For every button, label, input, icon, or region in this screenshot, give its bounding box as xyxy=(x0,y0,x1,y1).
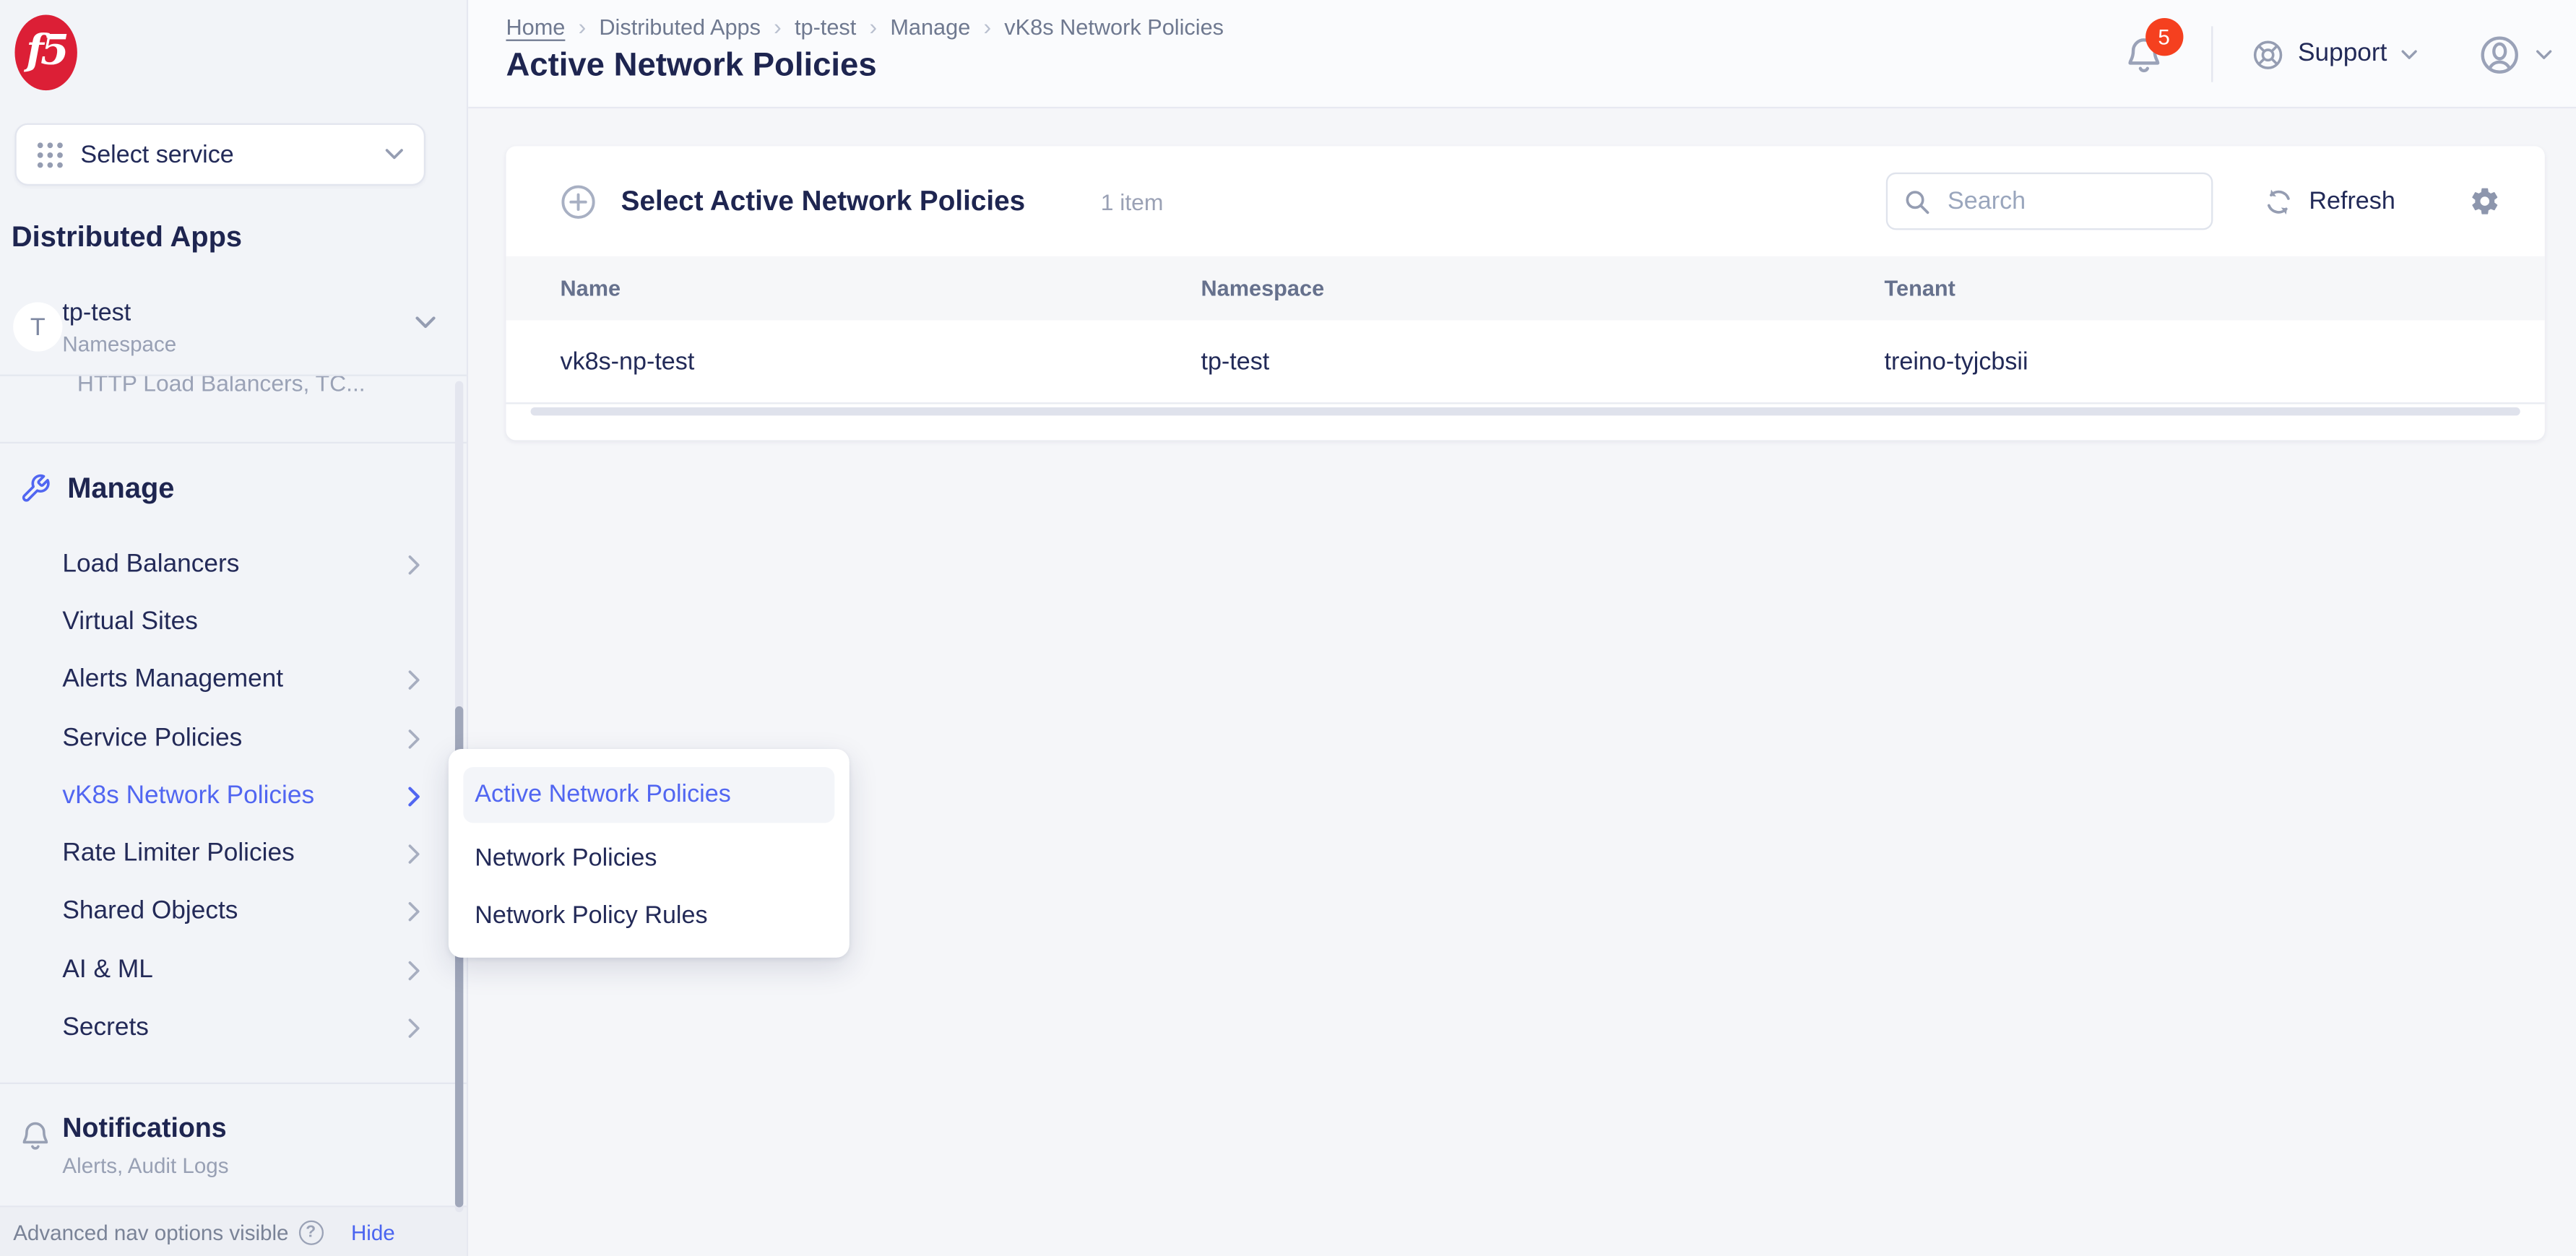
help-icon[interactable]: ? xyxy=(298,1220,323,1244)
item-count: 1 item xyxy=(1101,188,1164,214)
flyout-item-network-policies[interactable]: Network Policies xyxy=(463,836,834,880)
add-circle-icon[interactable] xyxy=(561,183,597,220)
manage-label: Manage xyxy=(67,472,174,506)
card-title: Select Active Network Policies xyxy=(621,185,1025,217)
user-icon xyxy=(2478,32,2522,76)
cell-namespace: tp-test xyxy=(1201,347,1884,376)
breadcrumb: Home › Distributed Apps › tp-test › Mana… xyxy=(506,13,1224,39)
search-input[interactable] xyxy=(1944,186,2158,217)
chevron-right-icon xyxy=(407,729,420,748)
divider xyxy=(2210,26,2212,82)
support-label: Support xyxy=(2298,40,2387,69)
namespace-avatar: T xyxy=(13,302,62,351)
breadcrumb-separator: › xyxy=(869,13,877,39)
f5-logo[interactable]: f5 xyxy=(14,14,77,90)
chevron-right-icon xyxy=(407,787,420,806)
refresh-label: Refresh xyxy=(2309,187,2395,215)
chevron-right-icon xyxy=(407,555,420,574)
chevron-right-icon xyxy=(407,1018,420,1038)
chevron-right-icon xyxy=(407,903,420,922)
account-menu[interactable] xyxy=(2478,32,2554,76)
table-header-row: Name Namespace Tenant xyxy=(506,256,2544,321)
notifications-label: Notifications xyxy=(62,1114,226,1145)
notification-count-badge: 5 xyxy=(2145,18,2182,56)
search-box xyxy=(1887,173,2214,230)
support-menu[interactable]: Support xyxy=(2250,37,2419,72)
search-icon xyxy=(1905,188,1931,214)
table-row[interactable]: vk8s-np-test tp-test treino-tyjcbsii xyxy=(506,320,2544,404)
notifications-sublabel: Alerts, Audit Logs xyxy=(62,1153,228,1178)
lifebuoy-icon xyxy=(2250,37,2285,72)
bell-icon xyxy=(18,1117,53,1153)
scrolled-nav-item[interactable]: HTTP Load Balancers, TC... xyxy=(0,376,455,430)
divider xyxy=(0,442,467,443)
card-header: Select Active Network Policies 1 item xyxy=(506,146,2544,256)
column-header-tenant: Tenant xyxy=(1885,276,2491,300)
sidebar-footer: Advanced nav options visible ? Hide xyxy=(0,1208,467,1256)
breadcrumb-tp-test[interactable]: tp-test xyxy=(795,14,856,38)
breadcrumb-distributed-apps[interactable]: Distributed Apps xyxy=(599,14,761,38)
service-selector[interactable]: Select service xyxy=(14,124,425,186)
flyout-item-network-policy-rules[interactable]: Network Policy Rules xyxy=(463,893,834,937)
grid-icon xyxy=(36,140,64,168)
sidebar-item-ai-ml[interactable]: AI & ML xyxy=(0,941,467,999)
chevron-right-icon xyxy=(407,844,420,864)
sidebar-item-secrets[interactable]: Secrets xyxy=(0,1000,467,1057)
chevron-down-icon xyxy=(2400,48,2419,60)
sidebar-item-manage[interactable]: Manage xyxy=(20,472,174,506)
sidebar-nav: Load Balancers Virtual Sites Alerts Mana… xyxy=(0,535,467,1057)
sidebar-item-service-policies[interactable]: Service Policies xyxy=(0,709,467,767)
top-bar-actions: 5 Support xyxy=(2122,0,2554,108)
cell-name: vk8s-np-test xyxy=(561,347,1201,376)
breadcrumb-separator: › xyxy=(774,13,782,39)
divider xyxy=(0,1083,467,1084)
chevron-right-icon xyxy=(407,961,420,980)
advanced-nav-label: Advanced nav options visible xyxy=(13,1220,288,1244)
sidebar-item-virtual-sites[interactable]: Virtual Sites xyxy=(0,594,467,651)
sidebar-item-shared-objects[interactable]: Shared Objects xyxy=(0,883,467,941)
main-area: Home › Distributed Apps › tp-test › Mana… xyxy=(468,0,2576,1256)
sidebar-item-alerts-management[interactable]: Alerts Management xyxy=(0,651,467,709)
cell-tenant: treino-tyjcbsii xyxy=(1885,347,2491,376)
chevron-down-icon xyxy=(2535,48,2553,60)
refresh-icon xyxy=(2265,186,2294,216)
flyout-item-active-network-policies[interactable]: Active Network Policies xyxy=(463,767,834,823)
column-header-name: Name xyxy=(561,276,1201,300)
sidebar-item-notifications[interactable]: Notifications Alerts, Audit Logs xyxy=(0,1104,467,1189)
breadcrumb-separator: › xyxy=(579,13,587,39)
active-network-policies-card: Select Active Network Policies 1 item xyxy=(506,146,2544,440)
chevron-down-icon xyxy=(384,148,404,161)
breadcrumb-manage[interactable]: Manage xyxy=(890,14,970,38)
namespace-name: tp-test xyxy=(62,299,131,327)
flyout-menu: Active Network Policies Network Policies… xyxy=(449,749,850,958)
gear-icon[interactable] xyxy=(2469,186,2500,217)
chevron-right-icon xyxy=(407,670,420,690)
sidebar-item-vk8s-network-policies[interactable]: vK8s Network Policies xyxy=(0,767,467,825)
sidebar: f5 Select service Distributed Apps T tp-… xyxy=(0,0,468,1256)
sidebar-item-rate-limiter-policies[interactable]: Rate Limiter Policies xyxy=(0,826,467,883)
hide-link[interactable]: Hide xyxy=(351,1220,395,1244)
sidebar-section-title: Distributed Apps xyxy=(12,220,242,255)
scrolled-nav-item-subtitle: HTTP Load Balancers, TC... xyxy=(77,376,455,396)
horizontal-scrollbar[interactable] xyxy=(531,407,2520,415)
namespace-type-label: Namespace xyxy=(62,332,176,356)
f5-logo-text: f5 xyxy=(26,26,66,74)
wrench-icon xyxy=(20,473,51,504)
refresh-button[interactable]: Refresh xyxy=(2265,186,2395,216)
service-selector-label: Select service xyxy=(80,140,233,168)
page-title: Active Network Policies xyxy=(506,48,876,85)
column-header-namespace: Namespace xyxy=(1201,276,1884,300)
breadcrumb-vk8s-network-policies: vK8s Network Policies xyxy=(1004,14,1224,38)
breadcrumb-home[interactable]: Home xyxy=(506,14,565,38)
app-root: f5 Select service Distributed Apps T tp-… xyxy=(0,0,2576,1256)
notifications-bell-button[interactable]: 5 xyxy=(2122,33,2165,75)
sidebar-item-load-balancers[interactable]: Load Balancers xyxy=(0,535,467,593)
namespace-selector[interactable]: T tp-test Namespace xyxy=(13,299,444,358)
chevron-down-icon xyxy=(414,316,437,330)
breadcrumb-separator: › xyxy=(983,13,991,39)
